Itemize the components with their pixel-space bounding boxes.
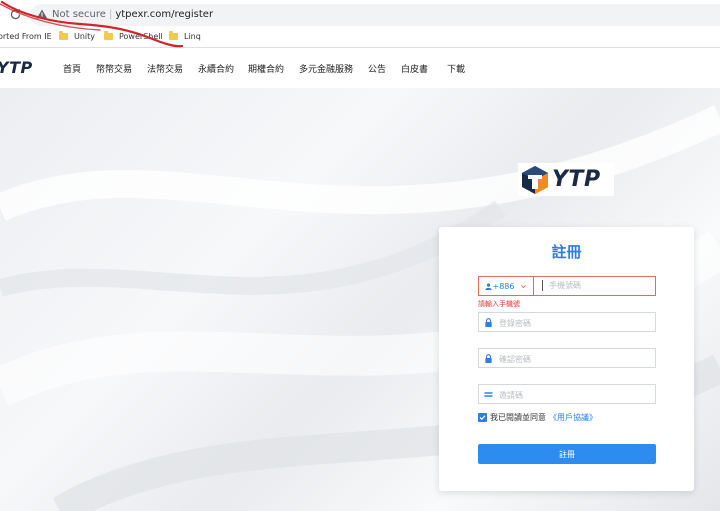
ytp-logo-icon: [522, 165, 548, 194]
nav-item-whitepaper[interactable]: 白皮書: [401, 62, 428, 75]
invite-code-placeholder: 邀請碼: [499, 391, 523, 400]
nav-item-download[interactable]: 下載: [447, 62, 465, 75]
bookmark-label: orted From IE: [0, 32, 52, 41]
security-label: Not secure: [52, 9, 106, 20]
nav-item-perpetual[interactable]: 永續合約: [198, 62, 234, 75]
browser-address-bar: Not secure | ytpexr.com/register: [0, 0, 720, 28]
confirm-password-placeholder: 確認密碼: [499, 355, 531, 364]
url-text[interactable]: Not secure | ytpexr.com/register: [52, 9, 213, 20]
agree-checkbox[interactable]: [478, 413, 487, 422]
bookmark-label: Unity: [74, 32, 96, 41]
confirm-password-field[interactable]: 確認密碼: [478, 348, 656, 368]
country-code-value: +886: [492, 281, 515, 291]
nav-item-financial-services[interactable]: 多元金融服務: [299, 62, 353, 75]
bookmark-label: PowerShell: [119, 32, 163, 41]
person-icon: [484, 282, 492, 290]
country-code-select[interactable]: +886: [479, 277, 534, 295]
nav-item-fiat-trading[interactable]: 法幣交易: [147, 62, 183, 75]
agree-text: 我已閱讀並同意: [490, 413, 546, 422]
url-host: ytpexr.com/register: [115, 9, 214, 20]
chevron-down-icon: [521, 284, 527, 288]
reload-icon[interactable]: [9, 8, 22, 21]
user-agreement-link[interactable]: 《用戶協議》: [549, 412, 597, 423]
agreement-row: 我已閱讀並同意 《用戶協議》: [478, 412, 597, 423]
bookmarks-bar: orted From IE Unity PowerShell Linq: [0, 28, 720, 48]
url-separator: |: [108, 9, 113, 20]
folder-icon: [104, 31, 113, 40]
brand-logo-text: YTP: [552, 167, 601, 192]
nav-item-spot-trading[interactable]: 幣幣交易: [96, 62, 132, 75]
lock-icon: [485, 318, 492, 327]
phone-error-message: 請輸入手機號: [478, 300, 520, 308]
folder-icon: [169, 31, 178, 40]
password-placeholder: 登錄密碼: [499, 319, 531, 328]
phone-field: +886 手機號碼: [478, 276, 656, 296]
bookmark-unity[interactable]: Unity: [59, 31, 96, 41]
check-icon: [479, 415, 486, 421]
nav-item-home[interactable]: 首頁: [63, 62, 81, 75]
invite-code-field[interactable]: 邀請碼: [478, 384, 656, 404]
bookmark-linq[interactable]: Linq: [169, 31, 201, 41]
site-logo[interactable]: YTP: [0, 58, 33, 77]
lock-icon: [485, 354, 492, 363]
invite-code-icon: [484, 392, 493, 397]
phone-input[interactable]: 手機號碼: [542, 280, 581, 291]
bookmark-label: Linq: [184, 32, 201, 41]
brand-logo: YTP: [518, 163, 614, 196]
site-nav: YTP 首頁 幣幣交易 法幣交易 永續合約 期權合約 多元金融服務 公告 白皮書…: [0, 48, 720, 88]
bookmark-powershell[interactable]: PowerShell: [104, 31, 163, 41]
nav-item-announcements[interactable]: 公告: [368, 62, 386, 75]
register-title: 註冊: [551, 243, 582, 261]
bookmark-imported-from-ie[interactable]: orted From IE: [0, 32, 52, 41]
password-field[interactable]: 登錄密碼: [478, 312, 656, 332]
nav-item-options[interactable]: 期權合約: [248, 62, 284, 75]
folder-icon: [59, 31, 68, 40]
register-button[interactable]: 註冊: [478, 444, 656, 464]
register-card: 註冊 +886 手機號碼 請輸入手機號 登錄密碼 確認密碼 邀請碼 我已閱讀並同…: [439, 227, 694, 491]
warning-icon[interactable]: [36, 8, 48, 20]
